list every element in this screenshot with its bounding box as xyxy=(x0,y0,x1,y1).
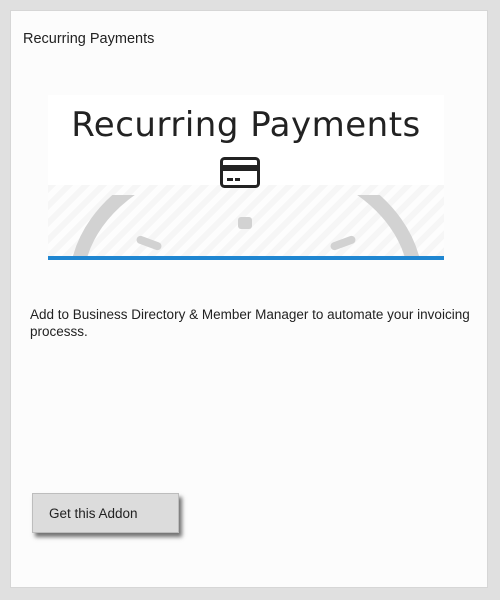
card-title: Recurring Payments xyxy=(23,31,155,47)
addon-description: Add to Business Directory & Member Manag… xyxy=(30,307,470,339)
get-addon-button[interactable]: Get this Addon xyxy=(32,493,179,533)
banner-accent-line xyxy=(48,256,444,260)
addon-card: Recurring Payments Recurring Payments Ad… xyxy=(10,10,488,588)
addon-banner-image: Recurring Payments xyxy=(48,95,444,260)
gauge-arc-graphic xyxy=(72,195,420,260)
credit-card-icon xyxy=(220,157,260,188)
banner-heading: Recurring Payments xyxy=(71,105,421,145)
